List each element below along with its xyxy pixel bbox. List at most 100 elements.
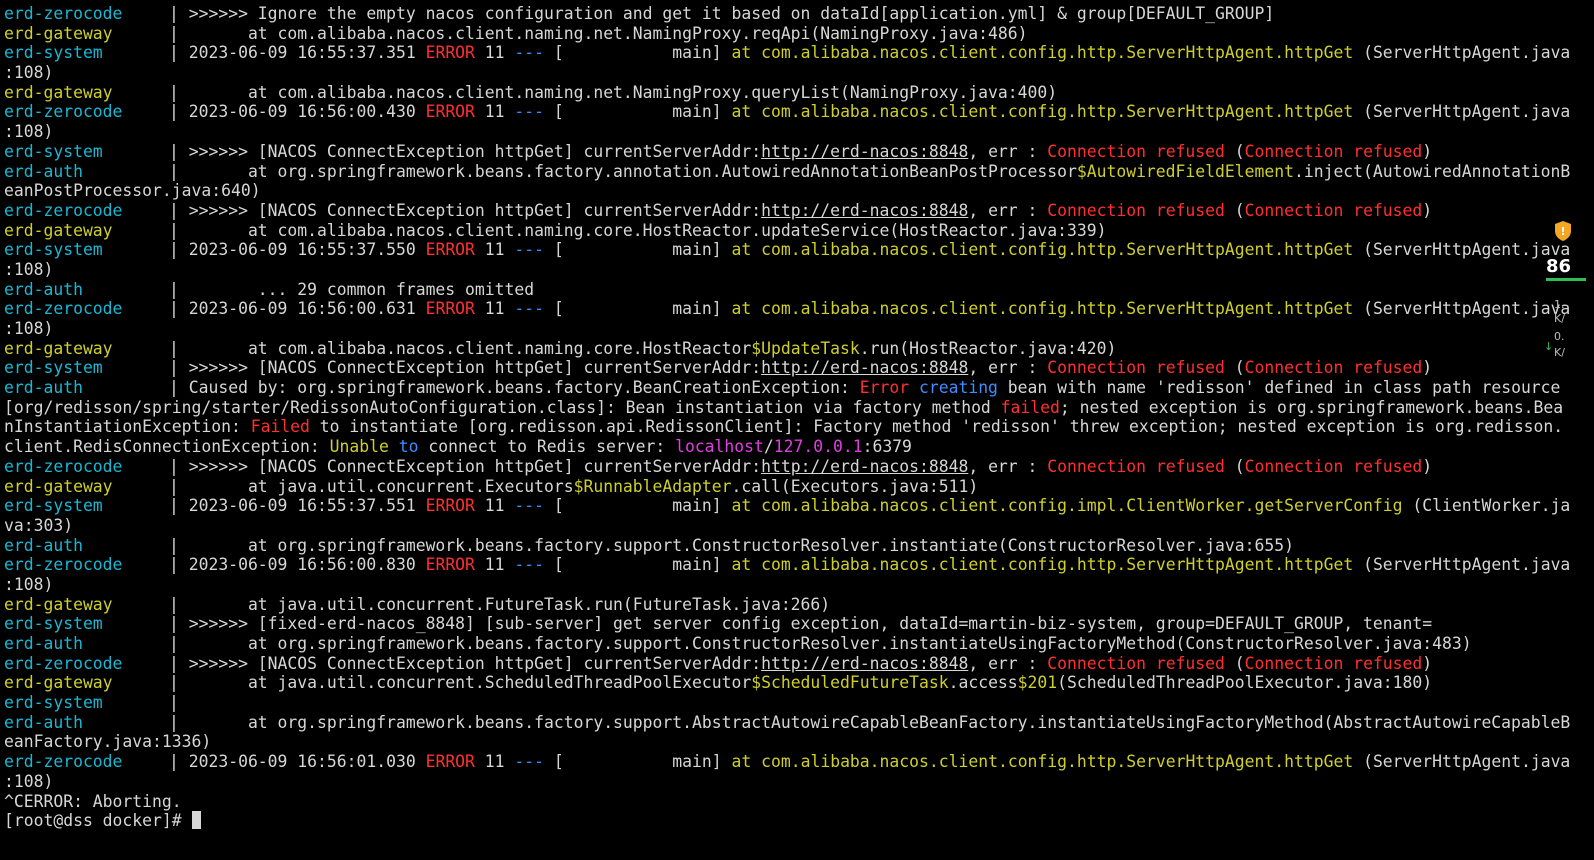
log-text: , err : [968, 141, 1048, 161]
log-text: | at com.alibaba.nacos.client.naming.net… [169, 23, 1028, 43]
log-text: :6379 [862, 437, 912, 457]
log-text: 11 [474, 496, 515, 516]
shell-prompt-line[interactable]: [root@dss docker]# [4, 811, 1562, 831]
log-text: .call(Executors.java:511) [731, 476, 979, 496]
log-text: ERROR [425, 43, 475, 63]
service-name: erd-gateway [4, 673, 113, 693]
log-text: ) [1422, 358, 1433, 378]
log-text: ( [1224, 653, 1245, 673]
log-text: | at com.alibaba.nacos.client.naming.cor… [169, 338, 752, 358]
log-text: --- [514, 299, 545, 319]
log-text: eanPostProcessor.java:640) [4, 181, 261, 201]
log-text: , err : [968, 653, 1048, 673]
log-text: --- [514, 496, 545, 516]
terminal-output[interactable]: erd-zerocode | >>>>>> Ignore the empty na… [4, 4, 1570, 831]
svg-text:!: ! [1560, 225, 1565, 238]
log-text: | at java.util.concurrent.ScheduledThrea… [169, 673, 752, 693]
log-text: ( [1224, 141, 1245, 161]
network-monitor-widget[interactable]: ! 86 1. K/ 0. ↓ K/ [1544, 216, 1594, 366]
widget-level-bar [1546, 278, 1586, 281]
service-name: erd-system [4, 358, 103, 378]
service-name: erd-system [4, 693, 103, 713]
log-url: http://erd-nacos:8848 [761, 653, 969, 673]
log-text: 11 [474, 555, 515, 575]
log-text: $UpdateTask [751, 338, 860, 358]
terminal-line: [org/redisson/spring/starter/RedissonAut… [4, 397, 1564, 418]
shield-icon: ! [1555, 221, 1571, 241]
log-text: Connection refused [1047, 653, 1225, 673]
log-text: $RunnableAdapter [573, 476, 732, 496]
service-name: erd-zerocode [4, 299, 123, 319]
log-text: | >>>>>> [NACOS ConnectException httpGet… [169, 200, 762, 220]
download-speed: 0. [1554, 330, 1565, 343]
terminal-line: erd-system | 2023-06-09 16:55:37.551 ERRO… [4, 496, 1570, 516]
terminal-line: ^CERROR: Aborting. [4, 792, 1562, 812]
terminal-line: erd-gateway | at com.alibaba.nacos.client… [4, 221, 1562, 241]
log-text: 127.0.0.1 [773, 437, 863, 457]
terminal-line: erd-zerocode | >>>>>> Ignore the empty na… [4, 4, 1562, 24]
terminal-line: erd-auth | at org.springframework.beans.f… [4, 713, 1570, 733]
log-text: $AutowiredFieldElement [1076, 161, 1294, 181]
log-text: ; nested exception is org.springframewor… [1059, 397, 1564, 417]
log-text: Connection refused [1047, 141, 1225, 161]
log-text: (ServerHttpAgent.java [1353, 752, 1571, 772]
log-text: | at com.alibaba.nacos.client.naming.net… [169, 82, 1058, 102]
log-text: (ClientWorker.ja [1402, 496, 1571, 516]
log-text: Connection refused [1244, 200, 1423, 220]
log-text: $201 [1017, 673, 1058, 693]
log-text: bean with name 'redisson' defined in cla… [997, 378, 1561, 398]
log-text: [ main] [544, 752, 732, 772]
log-text: [ main] [544, 299, 732, 319]
log-text: ERROR [425, 299, 475, 319]
terminal-line: eanFactory.java:1336) [4, 732, 1562, 752]
log-text: , err : [968, 358, 1048, 378]
log-text: / [763, 437, 774, 457]
log-text: :108) [4, 259, 54, 279]
log-text: Error [859, 378, 910, 398]
log-text: at com.alibaba.nacos.client.config.http.… [731, 240, 1354, 260]
log-text: to [398, 437, 419, 457]
log-text: [ main] [544, 240, 732, 260]
log-text: | ... 29 common frames omitted [169, 279, 535, 299]
service-name: erd-gateway [4, 220, 113, 240]
log-text: --- [514, 555, 545, 575]
log-text: ) [1422, 653, 1433, 673]
log-text: (ServerHttpAgent.java [1353, 43, 1571, 63]
log-text: | 2023-06-09 16:55:37.550 [169, 240, 426, 260]
log-text: :108) [4, 319, 54, 338]
log-text: at com.alibaba.nacos.client.config.http.… [731, 43, 1354, 63]
log-text: 11 [474, 43, 515, 63]
terminal-line: :108) [4, 319, 1562, 339]
log-text: --- [514, 102, 545, 122]
log-text: | >>>>>> [NACOS ConnectException httpGet… [169, 653, 762, 673]
log-text: [ main] [544, 555, 732, 575]
log-text: (ServerHttpAgent.java [1353, 102, 1571, 122]
terminal-line: erd-zerocode | >>>>>> [NACOS ConnectExcep… [4, 654, 1562, 674]
log-text: :108) [4, 63, 54, 83]
log-text: 11 [474, 102, 515, 122]
log-text: ( [1224, 456, 1245, 476]
terminal-line: erd-system | 2023-06-09 16:55:37.550 ERRO… [4, 240, 1570, 260]
log-text: :108) [4, 122, 54, 142]
log-text: 11 [474, 752, 515, 772]
service-name: erd-zerocode [4, 653, 123, 673]
log-text: | Caused by: org.springframework.beans.f… [169, 378, 860, 398]
log-text: ERROR [425, 496, 475, 516]
log-text: 11 [474, 299, 515, 319]
log-text: Unable [329, 437, 389, 457]
service-name: erd-zerocode [4, 4, 123, 23]
log-text: | >>>>>> [NACOS ConnectException httpGet… [169, 456, 762, 476]
terminal-line: :108) [4, 575, 1562, 595]
log-text: | 2023-06-09 16:56:01.030 [169, 752, 426, 772]
log-text: at com.alibaba.nacos.client.config.impl.… [731, 496, 1403, 516]
log-text: ( [1224, 358, 1245, 378]
terminal-line: :108) [4, 772, 1562, 792]
log-text: ERROR [425, 752, 475, 772]
terminal-line: va:303) [4, 516, 1562, 536]
log-text: [ main] [544, 496, 732, 516]
service-name: erd-auth [4, 634, 83, 653]
terminal-line: erd-gateway | at com.alibaba.nacos.client… [4, 24, 1562, 44]
terminal-line: erd-gateway | at java.util.concurrent.Fut… [4, 595, 1562, 615]
service-name: erd-zerocode [4, 200, 123, 220]
